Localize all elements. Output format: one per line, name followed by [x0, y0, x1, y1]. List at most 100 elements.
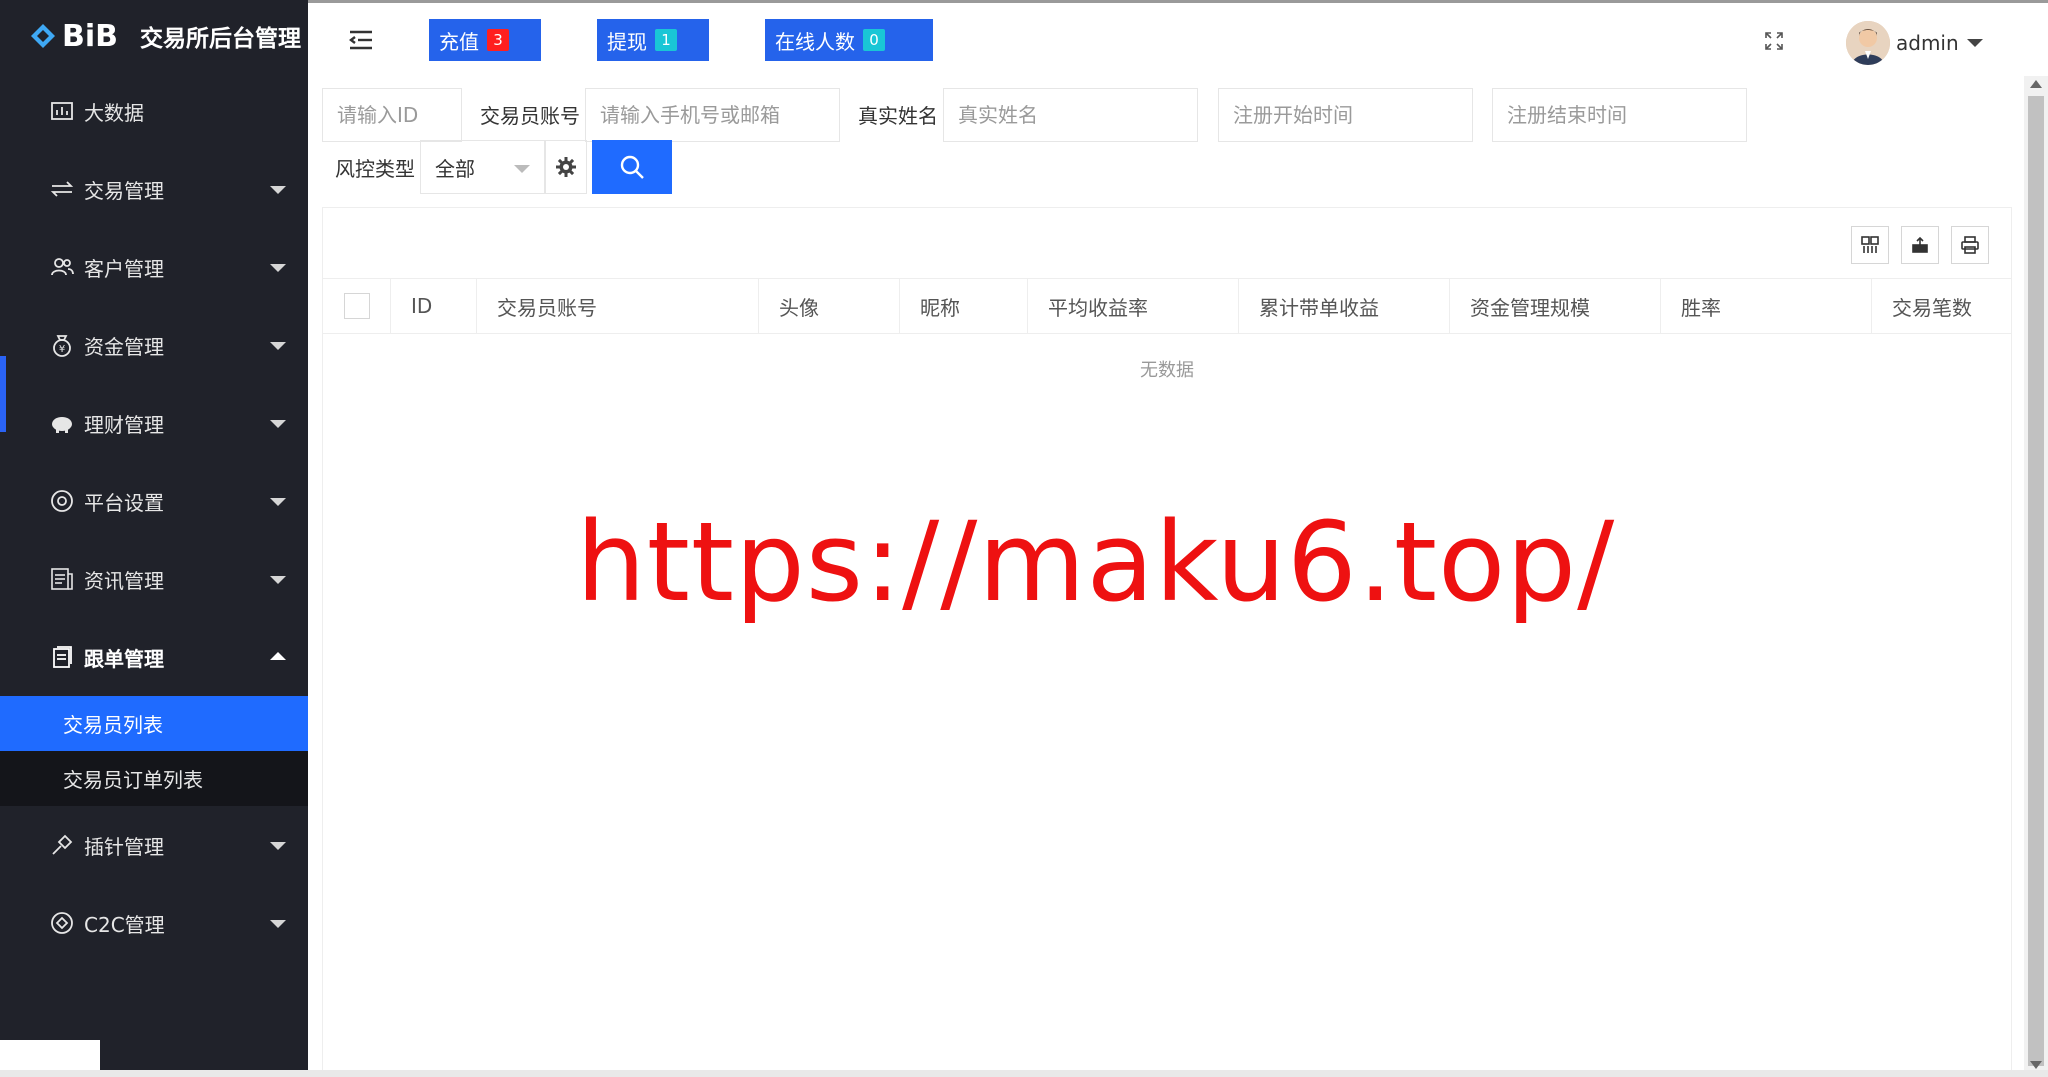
risk-type-label: 风控类型 — [335, 157, 415, 181]
column-header-win-rate[interactable]: 胜率 — [1661, 279, 1872, 333]
reg-end-field[interactable] — [1492, 88, 1747, 142]
sidebar-item-platform[interactable]: 平台设置 — [0, 462, 308, 540]
account-label: 交易员账号 — [480, 104, 580, 128]
export-icon — [1912, 236, 1928, 253]
svg-text:¥: ¥ — [59, 344, 65, 355]
chevron-down-icon — [270, 264, 286, 272]
sidebar-item-c2c[interactable]: C2C管理 — [0, 884, 308, 962]
column-header-aum[interactable]: 资金管理规模 — [1450, 279, 1661, 333]
chevron-down-icon — [270, 576, 286, 584]
reg-end-input[interactable] — [1493, 89, 1746, 141]
reg-start-input[interactable] — [1219, 89, 1472, 141]
online-users-button[interactable]: 在线人数 0 — [765, 19, 933, 61]
sidebar-item-label: C2C管理 — [84, 912, 165, 937]
table-header: ID 交易员账号 头像 昵称 平均收益率 累计带单收益 资金管理规模 胜率 交易… — [323, 278, 2011, 334]
bottom-edge — [0, 1070, 2048, 1077]
withdraw-count-badge: 1 — [655, 29, 677, 51]
risk-type-select[interactable]: 全部 — [420, 140, 545, 194]
sidebar-item-label: 客户管理 — [84, 256, 164, 281]
chart-icon — [48, 97, 76, 125]
fullscreen-icon[interactable] — [1764, 31, 1784, 51]
chevron-down-icon — [1966, 39, 1983, 47]
app-root: BiB 交易所后台管理 大数据 交易管理 客户管理 ¥ 资金管理 理财管理 平台… — [0, 0, 2048, 1077]
column-header-account[interactable]: 交易员账号 — [477, 279, 759, 333]
page-scrollbar[interactable] — [2024, 76, 2048, 1077]
users-icon — [48, 253, 76, 281]
brand-title: 交易所后台管理 — [140, 26, 302, 52]
sidebar-item-trade[interactable]: 交易管理 — [0, 150, 308, 228]
search-icon — [620, 155, 644, 179]
top-header: 充值 3 提现 1 在线人数 0 admin — [308, 0, 2048, 76]
print-button[interactable] — [1951, 226, 1989, 264]
withdraw-button[interactable]: 提现 1 — [597, 19, 709, 61]
brand-logo-text: BiB — [62, 18, 119, 54]
columns-filter-button[interactable] — [1851, 226, 1889, 264]
sidebar-item-copytrade[interactable]: 跟单管理 — [0, 618, 308, 696]
sidebar-menu: 大数据 交易管理 客户管理 ¥ 资金管理 理财管理 平台设置 资讯管理 跟单管理… — [0, 72, 308, 962]
column-header-trade-count[interactable]: 交易笔数 — [1872, 279, 2011, 333]
sidebar-item-label: 理财管理 — [84, 412, 164, 437]
submenu-item-trader-orders[interactable]: 交易员订单列表 — [0, 751, 308, 806]
sidebar: BiB 交易所后台管理 大数据 交易管理 客户管理 ¥ 资金管理 理财管理 平台… — [0, 0, 308, 1077]
sidebar-item-label: 平台设置 — [84, 490, 164, 515]
settings-icon — [48, 487, 76, 515]
chevron-down-icon — [270, 920, 286, 928]
user-menu[interactable]: admin — [1846, 21, 1983, 65]
table-panel: ID 交易员账号 头像 昵称 平均收益率 累计带单收益 资金管理规模 胜率 交易… — [322, 207, 2012, 1077]
sidebar-item-bigdata[interactable]: 大数据 — [0, 72, 308, 150]
select-all-cell — [323, 279, 391, 333]
select-all-checkbox[interactable] — [343, 293, 370, 319]
reg-start-field[interactable] — [1218, 88, 1473, 142]
chevron-down-icon — [270, 420, 286, 428]
sidebar-item-label: 资金管理 — [84, 334, 164, 359]
sidebar-item-news[interactable]: 资讯管理 — [0, 540, 308, 618]
sidebar-item-customers[interactable]: 客户管理 — [0, 228, 308, 306]
sidebar-item-pin[interactable]: 插针管理 — [0, 806, 308, 884]
chevron-down-icon — [514, 165, 530, 173]
recharge-button[interactable]: 充值 3 — [429, 19, 541, 61]
columns-icon — [1861, 236, 1879, 253]
search-button[interactable] — [592, 140, 672, 194]
column-header-avg-return[interactable]: 平均收益率 — [1028, 279, 1239, 333]
export-button[interactable] — [1901, 226, 1939, 264]
id-field[interactable] — [322, 88, 462, 142]
account-input[interactable] — [586, 89, 839, 141]
pin-icon — [48, 831, 76, 859]
c2c-icon — [48, 909, 76, 937]
sidebar-item-label: 插针管理 — [84, 834, 164, 859]
realname-field[interactable] — [943, 88, 1198, 142]
submenu-item-label: 交易员订单列表 — [63, 768, 203, 792]
id-input[interactable] — [323, 89, 461, 141]
print-icon — [1961, 236, 1979, 254]
sidebar-item-label: 大数据 — [84, 100, 144, 125]
watermark-url: https://maku6.top/ — [576, 498, 1616, 626]
column-header-avatar[interactable]: 头像 — [759, 279, 900, 333]
risk-type-value: 全部 — [435, 156, 475, 181]
scroll-down-icon[interactable] — [2030, 1061, 2042, 1069]
column-header-nickname[interactable]: 昵称 — [900, 279, 1028, 333]
realname-input[interactable] — [944, 89, 1197, 141]
sidebar-item-finance[interactable]: 理财管理 — [0, 384, 308, 462]
sidebar-item-label: 交易管理 — [84, 178, 164, 203]
settings-button[interactable] — [545, 140, 587, 194]
withdraw-label: 提现 — [607, 29, 647, 54]
account-field[interactable] — [585, 88, 840, 142]
chevron-down-icon — [270, 498, 286, 506]
diamond-logo-icon — [31, 24, 55, 48]
column-header-id[interactable]: ID — [391, 279, 477, 333]
menu-toggle-icon[interactable] — [348, 29, 374, 51]
sidebar-item-funds[interactable]: ¥ 资金管理 — [0, 306, 308, 384]
submenu-item-label: 交易员列表 — [63, 713, 163, 737]
empty-state-text: 无数据 — [1140, 360, 1194, 381]
document-icon — [48, 643, 76, 671]
realname-label: 真实姓名 — [858, 104, 938, 128]
sidebar-item-label: 资讯管理 — [84, 568, 164, 593]
recharge-count-badge: 3 — [487, 29, 509, 51]
submenu-item-trader-list[interactable]: 交易员列表 — [0, 696, 308, 751]
chevron-down-icon — [270, 342, 286, 350]
scrollbar-thumb[interactable] — [2028, 96, 2044, 1066]
chevron-up-icon — [270, 652, 286, 660]
sidebar-corner-box — [0, 1040, 100, 1070]
scroll-up-icon[interactable] — [2030, 80, 2042, 88]
column-header-total-profit[interactable]: 累计带单收益 — [1239, 279, 1450, 333]
